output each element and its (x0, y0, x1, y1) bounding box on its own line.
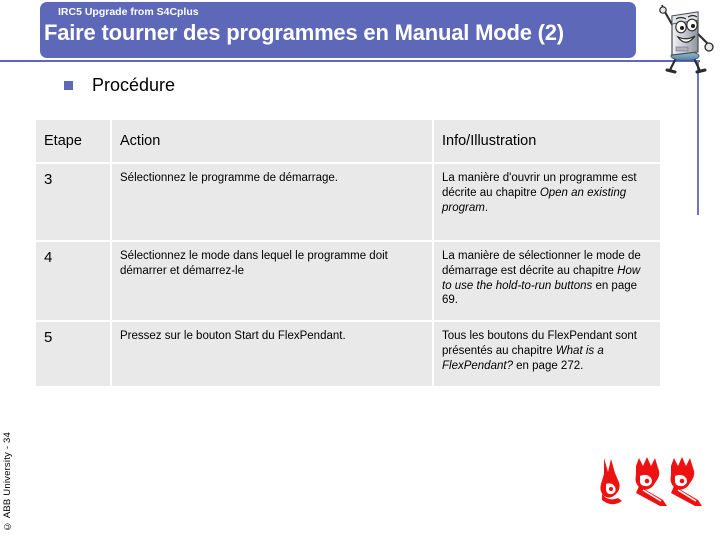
cell-action: Sélectionnez le programme de démarrage. (112, 164, 432, 240)
header-banner: IRC5 Upgrade from S4Cplus Faire tourner … (40, 2, 636, 58)
cell-step: 5 (36, 322, 110, 386)
cell-info: La manière d'ouvrir un programme est déc… (434, 164, 660, 240)
square-bullet-icon (64, 80, 73, 90)
table-header-row: Etape Action Info/Illustration (36, 120, 660, 162)
copyright-notice: © ABB University - 34 (2, 432, 13, 532)
content-divider-vertical (697, 60, 699, 215)
robot-mascot-icon (652, 0, 718, 74)
procedure-table: Etape Action Info/Illustration 3 Sélecti… (34, 118, 662, 388)
info-text-tail: . (484, 201, 489, 214)
header-divider-horizontal (0, 60, 700, 62)
cell-action: Sélectionnez le mode dans lequel le prog… (112, 242, 432, 320)
info-text-tail: en page 272. (512, 359, 584, 372)
column-header-step: Etape (36, 120, 110, 162)
bullet-label: Procédure (92, 75, 176, 95)
info-text-lead: La manière de sélectionner le mode de dé… (442, 250, 641, 277)
bullet-row: Procédure (64, 74, 175, 96)
cell-info: Tous les boutons du FlexPendant sont pré… (434, 322, 660, 386)
cell-step: 4 (36, 242, 110, 320)
column-header-action: Action (112, 120, 432, 162)
cell-step: 3 (36, 164, 110, 240)
cell-action: Pressez sur le bouton Start du FlexPenda… (112, 322, 432, 386)
table-row: 4 Sélectionnez le mode dans lequel le pr… (36, 242, 660, 320)
column-header-info: Info/Illustration (434, 120, 660, 162)
table-row: 3 Sélectionnez le programme de démarrage… (36, 164, 660, 240)
table-row: 5 Pressez sur le bouton Start du FlexPen… (36, 322, 660, 386)
page-title: Faire tourner des programmes en Manual M… (44, 20, 564, 45)
info-text-lead: Tous les boutons du FlexPendant sont pré… (442, 330, 637, 357)
red-robot-arm-icons (598, 456, 710, 510)
header-subtitle: IRC5 Upgrade from S4Cplus (58, 6, 199, 18)
cell-info: La manière de sélectionner le mode de dé… (434, 242, 660, 320)
slide-canvas: IRC5 Upgrade from S4Cplus Faire tourner … (0, 0, 720, 540)
